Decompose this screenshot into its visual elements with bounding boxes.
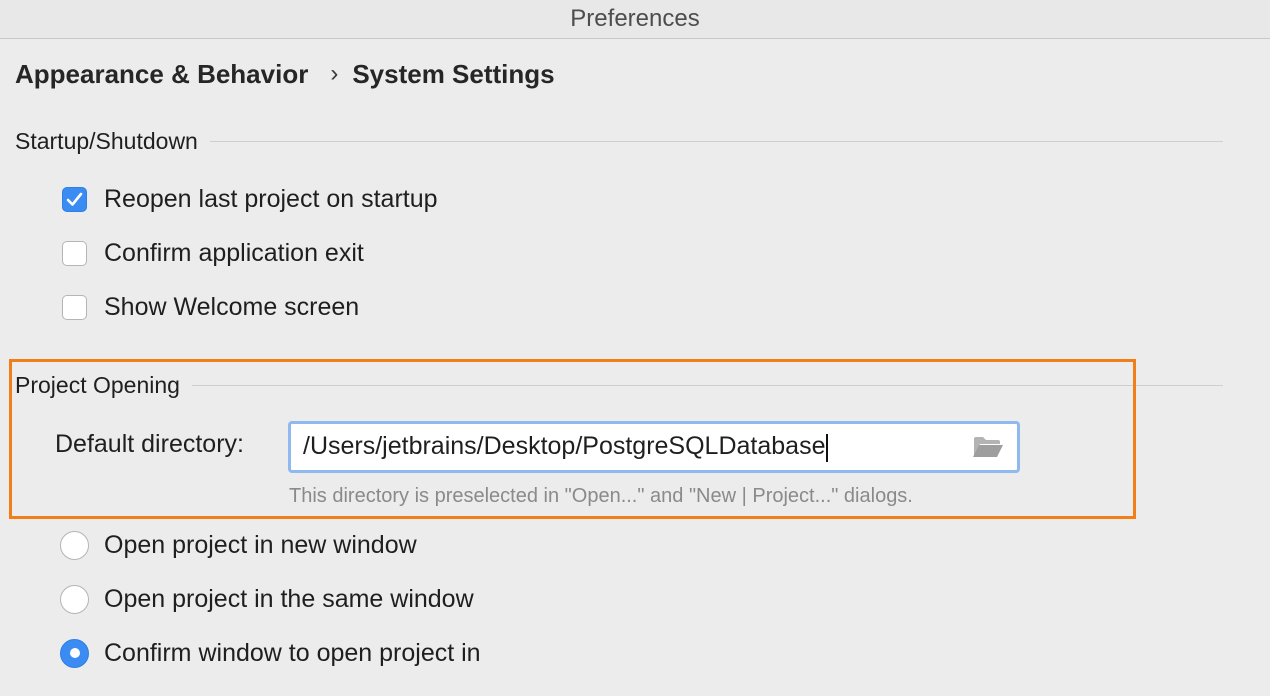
window-title: Preferences — [0, 0, 1270, 39]
breadcrumb-separator: › — [330, 60, 339, 87]
breadcrumb: Appearance & Behavior › System Settings — [15, 56, 555, 92]
breadcrumb-item-appearance[interactable]: Appearance & Behavior — [15, 59, 308, 90]
section-title: Startup/Shutdown — [15, 128, 198, 154]
radio-button-selected[interactable] — [60, 638, 89, 668]
radio-label[interactable]: Open project in new window — [104, 531, 417, 560]
confirm-window-radio[interactable]: Confirm window to open project in — [60, 637, 481, 669]
radio-button[interactable] — [60, 530, 89, 560]
checkbox-label[interactable]: Reopen last project on startup — [104, 185, 438, 214]
checkbox-label[interactable]: Show Welcome screen — [104, 293, 359, 322]
default-directory-field[interactable]: /Users/jetbrains/Desktop/PostgreSQLDatab… — [288, 421, 1020, 473]
open-in-new-window-radio[interactable]: Open project in new window — [60, 529, 417, 561]
text-caret — [826, 433, 829, 462]
show-welcome-screen-checkbox[interactable]: Show Welcome screen — [62, 291, 359, 323]
radio-label[interactable]: Confirm window to open project in — [104, 639, 481, 668]
default-directory-label: Default directory: — [55, 430, 244, 458]
radio-button[interactable] — [60, 584, 89, 614]
folder-icon — [973, 437, 1003, 457]
checkbox-checked[interactable] — [62, 186, 87, 212]
checkbox-label[interactable]: Confirm application exit — [104, 239, 364, 268]
section-header-startup: Startup/Shutdown — [15, 128, 1223, 155]
open-in-same-window-radio[interactable]: Open project in the same window — [60, 583, 474, 615]
browse-folder-button[interactable] — [971, 432, 1005, 462]
section-divider — [209, 141, 1223, 142]
radio-label[interactable]: Open project in the same window — [104, 585, 474, 614]
breadcrumb-item-system-settings: System Settings — [352, 58, 555, 89]
checkbox-unchecked[interactable] — [62, 294, 87, 320]
reopen-last-project-checkbox[interactable]: Reopen last project on startup — [62, 183, 438, 215]
default-directory-value: /Users/jetbrains/Desktop/PostgreSQLDatab… — [303, 432, 826, 461]
confirm-exit-checkbox[interactable]: Confirm application exit — [62, 237, 364, 269]
default-directory-hint: This directory is preselected in "Open..… — [289, 485, 913, 507]
checkmark-icon — [66, 192, 83, 206]
default-directory-input[interactable]: /Users/jetbrains/Desktop/PostgreSQLDatab… — [303, 432, 971, 462]
checkbox-unchecked[interactable] — [62, 240, 87, 266]
radio-dot — [69, 648, 80, 658]
